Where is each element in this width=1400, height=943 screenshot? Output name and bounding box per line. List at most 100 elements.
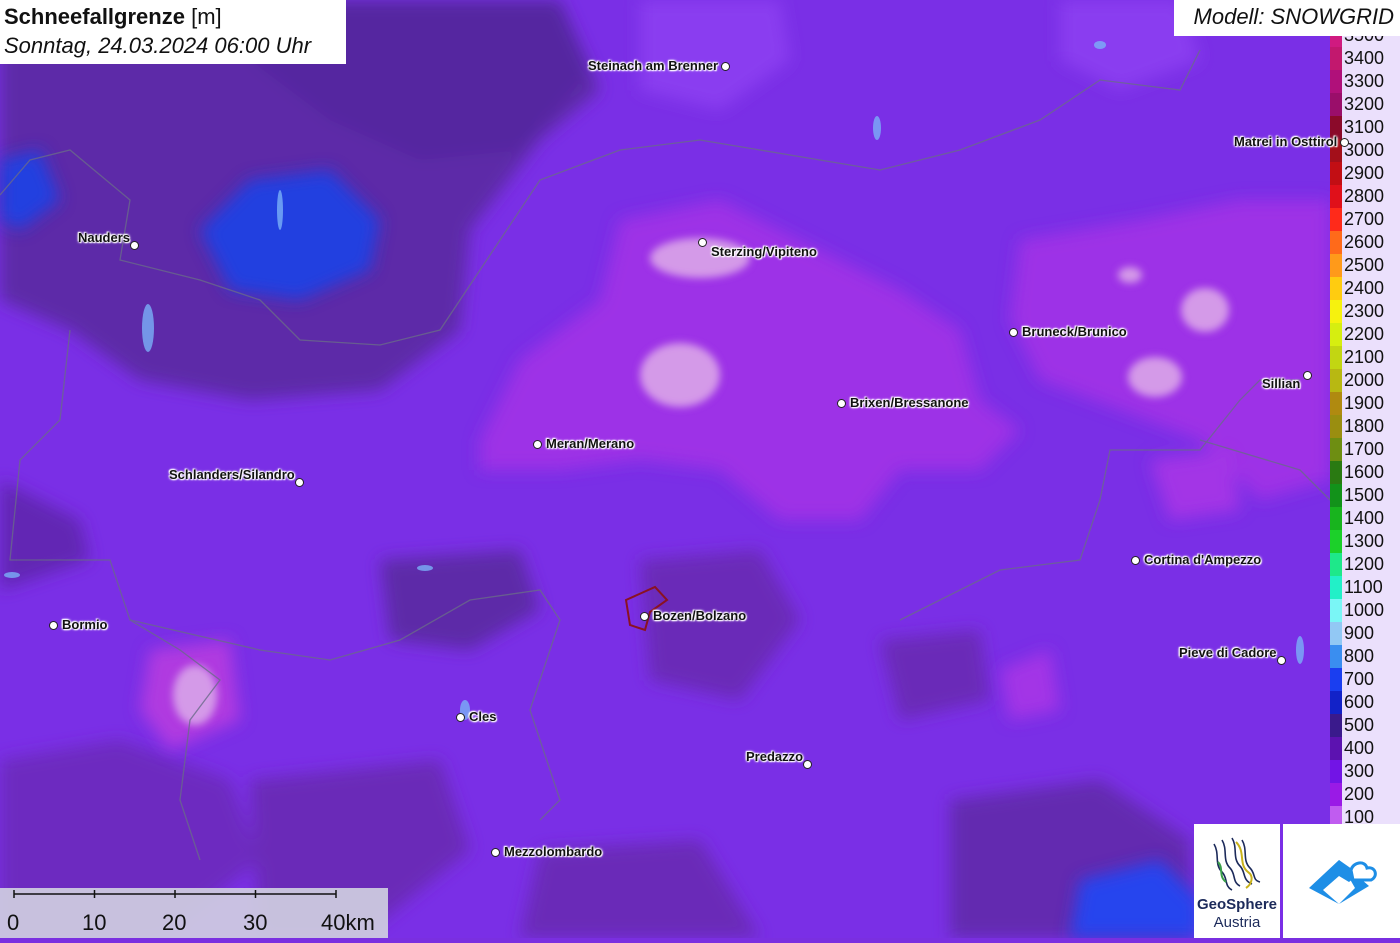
map-title: Schneefallgrenze [m]: [4, 4, 222, 29]
geosphere-logo-line2: Austria: [1213, 914, 1261, 931]
legend-item: 200: [1330, 783, 1400, 806]
place-label[interactable]: Sillian: [1262, 376, 1300, 391]
app-logo[interactable]: [1283, 824, 1400, 938]
place-marker[interactable]: [803, 760, 812, 769]
place-marker[interactable]: [1303, 371, 1312, 380]
legend-label: 1000: [1344, 600, 1385, 620]
legend-label: 2600: [1344, 232, 1385, 252]
place-label[interactable]: Cortina d'Ampezzo: [1144, 552, 1261, 567]
place-marker[interactable]: [456, 713, 465, 722]
legend-item: 600: [1330, 691, 1400, 714]
scale-label-20: 20: [162, 910, 187, 935]
legend-swatch: [1330, 714, 1342, 737]
legend-label: 2400: [1344, 278, 1385, 298]
legend-label: 2900: [1344, 163, 1385, 183]
geosphere-logo[interactable]: GeoSphere Austria: [1194, 824, 1280, 938]
place-marker[interactable]: [721, 62, 730, 71]
legend-label: 3100: [1344, 117, 1385, 137]
legend-swatch: [1330, 254, 1342, 277]
legend-item: 2100: [1330, 346, 1400, 369]
legend-swatch: [1330, 36, 1342, 47]
legend-swatch: [1330, 208, 1342, 231]
legend-item: 1300: [1330, 530, 1400, 553]
legend-swatch: [1330, 70, 1342, 93]
legend-item: 1900: [1330, 392, 1400, 415]
legend-label: 1100: [1344, 577, 1383, 597]
geosphere-emblem-icon: [1213, 837, 1261, 891]
legend-item: 1700: [1330, 438, 1400, 461]
map-datetime: Sonntag, 24.03.2024 06:00 Uhr: [4, 33, 312, 58]
legend-item: 1500: [1330, 484, 1400, 507]
legend-label: 3500: [1342, 36, 1384, 47]
place-label[interactable]: Matrei in Osttirol: [1234, 134, 1337, 149]
place-marker[interactable]: [698, 238, 707, 247]
place-marker[interactable]: [1340, 138, 1349, 147]
legend-item: 2500: [1330, 254, 1400, 277]
legend-label: 900: [1344, 623, 1375, 643]
legend-swatch: [1330, 277, 1342, 300]
place-marker[interactable]: [491, 848, 500, 857]
legend-label: 2700: [1344, 209, 1385, 229]
place-label[interactable]: Schlanders/Silandro: [169, 467, 295, 482]
legend-item: 2400: [1330, 277, 1400, 300]
legend-label: 2000: [1344, 370, 1385, 390]
legend-item: 3100: [1330, 116, 1400, 139]
place-label[interactable]: Mezzolombardo: [504, 844, 602, 859]
place-label[interactable]: Meran/Merano: [546, 436, 634, 451]
legend-item: 2800: [1330, 185, 1400, 208]
legend-item: 3400: [1330, 47, 1400, 70]
legend-item: 300: [1330, 760, 1400, 783]
scale-label-10: 10: [82, 910, 107, 935]
place-marker[interactable]: [130, 241, 139, 250]
legend-label: 400: [1344, 738, 1375, 758]
place-marker[interactable]: [49, 621, 58, 630]
legend-item: 900: [1330, 622, 1400, 645]
legend-label: 600: [1344, 692, 1375, 712]
legend-item: 1000: [1330, 599, 1400, 622]
place-label[interactable]: Cles: [469, 709, 496, 724]
place-marker[interactable]: [640, 612, 649, 621]
place-label[interactable]: Pieve di Cadore: [1179, 645, 1277, 660]
legend-swatch: [1330, 645, 1342, 668]
legend-label: 100: [1344, 807, 1375, 826]
place-label[interactable]: Predazzo: [746, 749, 803, 764]
legend-swatch: [1330, 438, 1342, 461]
place-label[interactable]: Bozen/Bolzano: [653, 608, 746, 623]
place-label[interactable]: Steinach am Brenner: [588, 58, 718, 73]
legend-item: 1200: [1330, 553, 1400, 576]
legend-swatch: [1330, 599, 1342, 622]
legend-swatch: [1330, 760, 1342, 783]
legend-swatch: [1330, 576, 1342, 599]
legend-swatch: [1330, 461, 1342, 484]
legend-swatch: [1330, 668, 1342, 691]
place-marker[interactable]: [1277, 656, 1286, 665]
legend-swatch: [1330, 231, 1342, 254]
legend-item: 1800: [1330, 415, 1400, 438]
place-marker[interactable]: [837, 399, 846, 408]
legend-item: 3200: [1330, 93, 1400, 116]
color-legend: 3500340033003200310030002900280027002600…: [1330, 36, 1400, 826]
legend-item: 2900: [1330, 162, 1400, 185]
scale-label-30: 30: [243, 910, 268, 935]
legend-swatch: [1330, 323, 1342, 346]
place-label[interactable]: Nauders: [78, 230, 130, 245]
legend-item: 700: [1330, 668, 1400, 691]
place-marker[interactable]: [1131, 556, 1140, 565]
legend-item: 1400: [1330, 507, 1400, 530]
legend-item: 3300: [1330, 70, 1400, 93]
place-label[interactable]: Bormio: [62, 617, 108, 632]
place-label[interactable]: Bruneck/Brunico: [1022, 324, 1127, 339]
place-label[interactable]: Brixen/Bressanone: [850, 395, 969, 410]
scale-bar: 0 10 20 30 40km: [0, 888, 388, 938]
place-marker[interactable]: [533, 440, 542, 449]
legend-swatch: [1330, 806, 1342, 826]
legend-item: 400: [1330, 737, 1400, 760]
legend-label: 1200: [1344, 554, 1385, 574]
place-marker[interactable]: [295, 478, 304, 487]
legend-label: 1800: [1344, 416, 1385, 436]
legend-label: 1400: [1344, 508, 1385, 528]
legend-item: 2600: [1330, 231, 1400, 254]
place-marker[interactable]: [1009, 328, 1018, 337]
place-label[interactable]: Sterzing/Vipiteno: [711, 244, 817, 259]
legend-swatch: [1330, 484, 1342, 507]
